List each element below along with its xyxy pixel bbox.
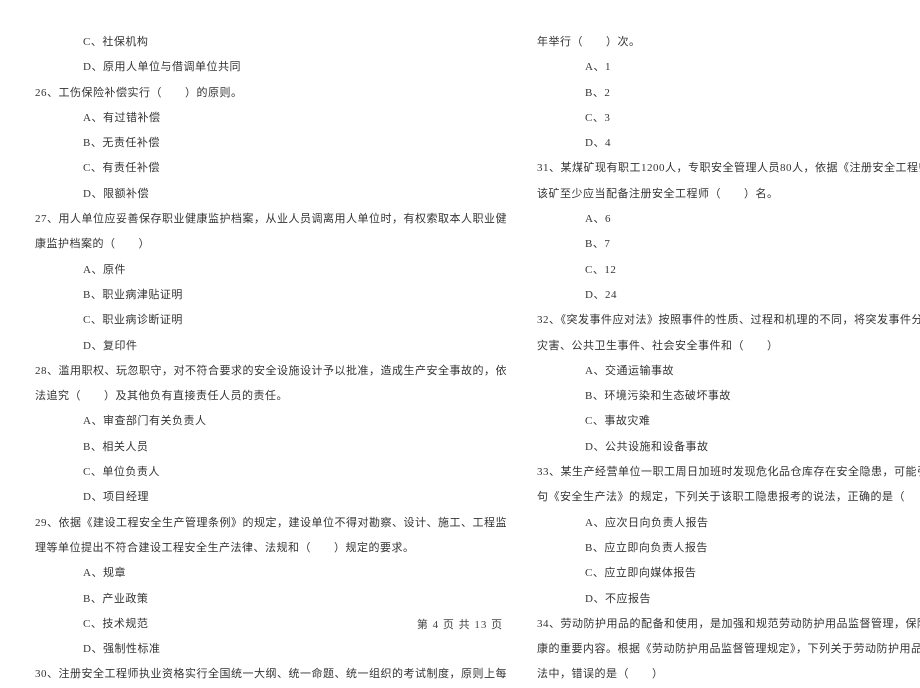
option-text: D、项目经理 xyxy=(35,485,507,510)
question-text: 年举行（ ）次。 xyxy=(537,30,920,55)
page-footer: 第 4 页 共 13 页 xyxy=(0,616,920,632)
option-text: D、24 xyxy=(537,283,920,308)
question-text: 32、《突发事件应对法》按照事件的性质、过程和机理的不同，将突发事件分为四类：即… xyxy=(537,308,920,333)
question-text: 理等单位提出不符合建设工程安全生产法律、法规和（ ）规定的要求。 xyxy=(35,536,507,561)
option-text: A、交通运输事故 xyxy=(537,359,920,384)
option-text: B、相关人员 xyxy=(35,435,507,460)
option-text: B、2 xyxy=(537,81,920,106)
page-container: C、社保机构 D、原用人单位与借调单位共同 26、工伤保险补偿实行（ ）的原则。… xyxy=(20,30,900,610)
option-text: C、单位负责人 xyxy=(35,460,507,485)
option-text: D、原用人单位与借调单位共同 xyxy=(35,55,507,80)
option-text: D、限额补偿 xyxy=(35,182,507,207)
question-text: 28、滥用职权、玩忽职守，对不符合要求的安全设施设计予以批准，造成生产安全事故的… xyxy=(35,359,507,384)
question-text: 29、依据《建设工程安全生产管理条例》的规定，建设单位不得对勘察、设计、施工、工… xyxy=(35,511,507,536)
question-text: 法中，错误的是（ ） xyxy=(537,662,920,687)
question-text: 27、用人单位应妥善保存职业健康监护档案，从业人员调离用人单位时，有权索取本人职… xyxy=(35,207,507,232)
option-text: C、3 xyxy=(537,106,920,131)
option-text: B、环境污染和生态破坏事故 xyxy=(537,384,920,409)
option-text: A、原件 xyxy=(35,258,507,283)
question-text: 26、工伤保险补偿实行（ ）的原则。 xyxy=(35,81,507,106)
option-text: A、规章 xyxy=(35,561,507,586)
option-text: D、复印件 xyxy=(35,334,507,359)
option-text: C、社保机构 xyxy=(35,30,507,55)
question-text: 康监护档案的（ ） xyxy=(35,232,507,257)
option-text: D、不应报告 xyxy=(537,587,920,612)
question-text: 灾害、公共卫生事件、社会安全事件和（ ） xyxy=(537,334,920,359)
option-text: B、无责任补偿 xyxy=(35,131,507,156)
left-column: C、社保机构 D、原用人单位与借调单位共同 26、工伤保险补偿实行（ ）的原则。… xyxy=(20,30,522,610)
option-text: C、事故灾难 xyxy=(537,409,920,434)
option-text: A、有过错补偿 xyxy=(35,106,507,131)
option-text: D、4 xyxy=(537,131,920,156)
option-text: B、职业病津贴证明 xyxy=(35,283,507,308)
option-text: C、应立即向媒体报告 xyxy=(537,561,920,586)
option-text: C、职业病诊断证明 xyxy=(35,308,507,333)
option-text: B、7 xyxy=(537,232,920,257)
option-text: A、6 xyxy=(537,207,920,232)
option-text: B、产业政策 xyxy=(35,587,507,612)
question-text: 法追究（ ）及其他负有直接责任人员的责任。 xyxy=(35,384,507,409)
option-text: C、12 xyxy=(537,258,920,283)
question-text: 句《安全生产法》的规定，下列关于该职工隐患报考的说法，正确的是（ ） xyxy=(537,485,920,510)
option-text: B、应立即向负责人报告 xyxy=(537,536,920,561)
option-text: A、审查部门有关负责人 xyxy=(35,409,507,434)
right-column: 年举行（ ）次。 A、1 B、2 C、3 D、4 31、某煤矿现有职工1200人… xyxy=(522,30,920,610)
option-text: D、公共设施和设备事故 xyxy=(537,435,920,460)
question-text: 该矿至少应当配备注册安全工程师（ ）名。 xyxy=(537,182,920,207)
option-text: A、应次日向负责人报告 xyxy=(537,511,920,536)
option-text: A、1 xyxy=(537,55,920,80)
question-text: 33、某生产经营单位一职工周日加班时发现危化品仓库存在安全隐患，可能引发重大事故… xyxy=(537,460,920,485)
option-text: C、有责任补偿 xyxy=(35,156,507,181)
question-text: 30、注册安全工程师执业资格实行全国统一大纲、统一命题、统一组织的考试制度，原则… xyxy=(35,662,507,687)
question-text: 31、某煤矿现有职工1200人，专职安全管理人员80人，依据《注册安全工程师管理… xyxy=(537,156,920,181)
